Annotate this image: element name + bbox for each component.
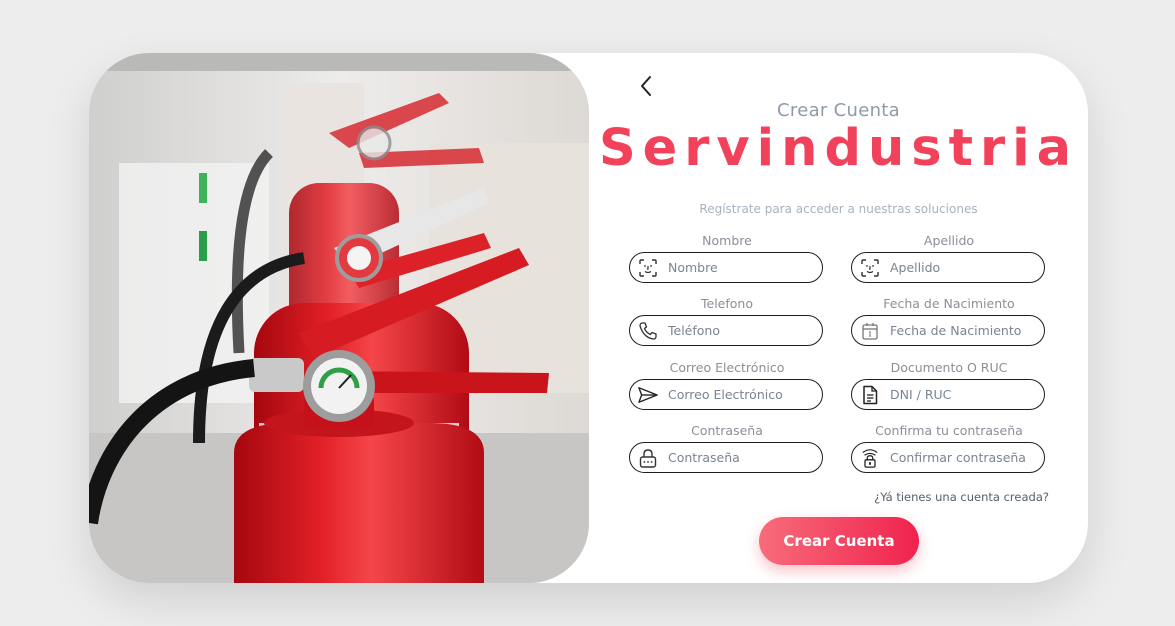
calendar-icon xyxy=(862,323,878,340)
fecha-field: Fecha de Nacimiento xyxy=(851,296,1047,346)
apellido-input[interactable] xyxy=(890,256,1040,278)
chevron-left-icon xyxy=(641,76,651,96)
apellido-input-wrap[interactable] xyxy=(851,252,1045,283)
tagline: Regístrate para acceder a nuestras soluc… xyxy=(699,202,978,216)
send-icon xyxy=(638,387,658,403)
password-input[interactable] xyxy=(668,446,818,468)
nombre-input[interactable] xyxy=(668,256,818,278)
create-account-button[interactable]: Crear Cuenta xyxy=(759,517,919,565)
correo-input[interactable] xyxy=(668,383,818,405)
nombre-field: Nombre xyxy=(629,233,825,283)
face-id-icon xyxy=(861,259,879,277)
telefono-input[interactable] xyxy=(668,319,818,341)
face-id-icon xyxy=(639,259,657,277)
phone-icon xyxy=(639,322,657,340)
apellido-field: Apellido xyxy=(851,233,1047,283)
fecha-input-wrap[interactable] xyxy=(851,315,1045,346)
confirm-field: Confirma tu contraseña xyxy=(851,423,1047,473)
documento-field: Documento O RUC xyxy=(851,360,1047,410)
fire-extinguisher-photo xyxy=(89,53,589,583)
confirm-input[interactable] xyxy=(890,446,1040,468)
nombre-label: Nombre xyxy=(702,233,752,248)
fecha-input[interactable] xyxy=(890,319,1040,341)
fire-extinguisher-illustration xyxy=(89,53,589,583)
document-icon xyxy=(863,385,878,405)
confirm-label: Confirma tu contraseña xyxy=(875,423,1023,438)
password-field: Contraseña xyxy=(629,423,825,473)
login-link[interactable]: ¿Yá tienes una cuenta creada? xyxy=(874,490,1049,504)
apellido-label: Apellido xyxy=(923,233,975,248)
register-card: Crear Cuenta Servindustria Regístrate pa… xyxy=(89,53,1088,583)
confirm-input-wrap[interactable] xyxy=(851,442,1045,473)
telefono-input-wrap[interactable] xyxy=(629,315,823,346)
lock-icon xyxy=(639,449,657,468)
correo-label: Correo Electrónico xyxy=(669,360,785,375)
page-subtitle: Crear Cuenta xyxy=(777,100,900,121)
correo-input-wrap[interactable] xyxy=(629,379,823,410)
password-input-wrap[interactable] xyxy=(629,442,823,473)
password-label: Contraseña xyxy=(691,423,763,438)
back-button[interactable] xyxy=(634,73,658,99)
documento-input-wrap[interactable] xyxy=(851,379,1045,410)
telefono-label: Telefono xyxy=(701,296,753,311)
lock-wifi-icon xyxy=(862,449,878,468)
documento-label: Documento O RUC xyxy=(890,360,1008,375)
documento-input[interactable] xyxy=(890,383,1040,405)
fecha-label: Fecha de Nacimiento xyxy=(883,296,1015,311)
nombre-input-wrap[interactable] xyxy=(629,252,823,283)
telefono-field: Telefono xyxy=(629,296,825,346)
correo-field: Correo Electrónico xyxy=(629,360,825,410)
brand-title: Servindustria xyxy=(598,119,1079,178)
